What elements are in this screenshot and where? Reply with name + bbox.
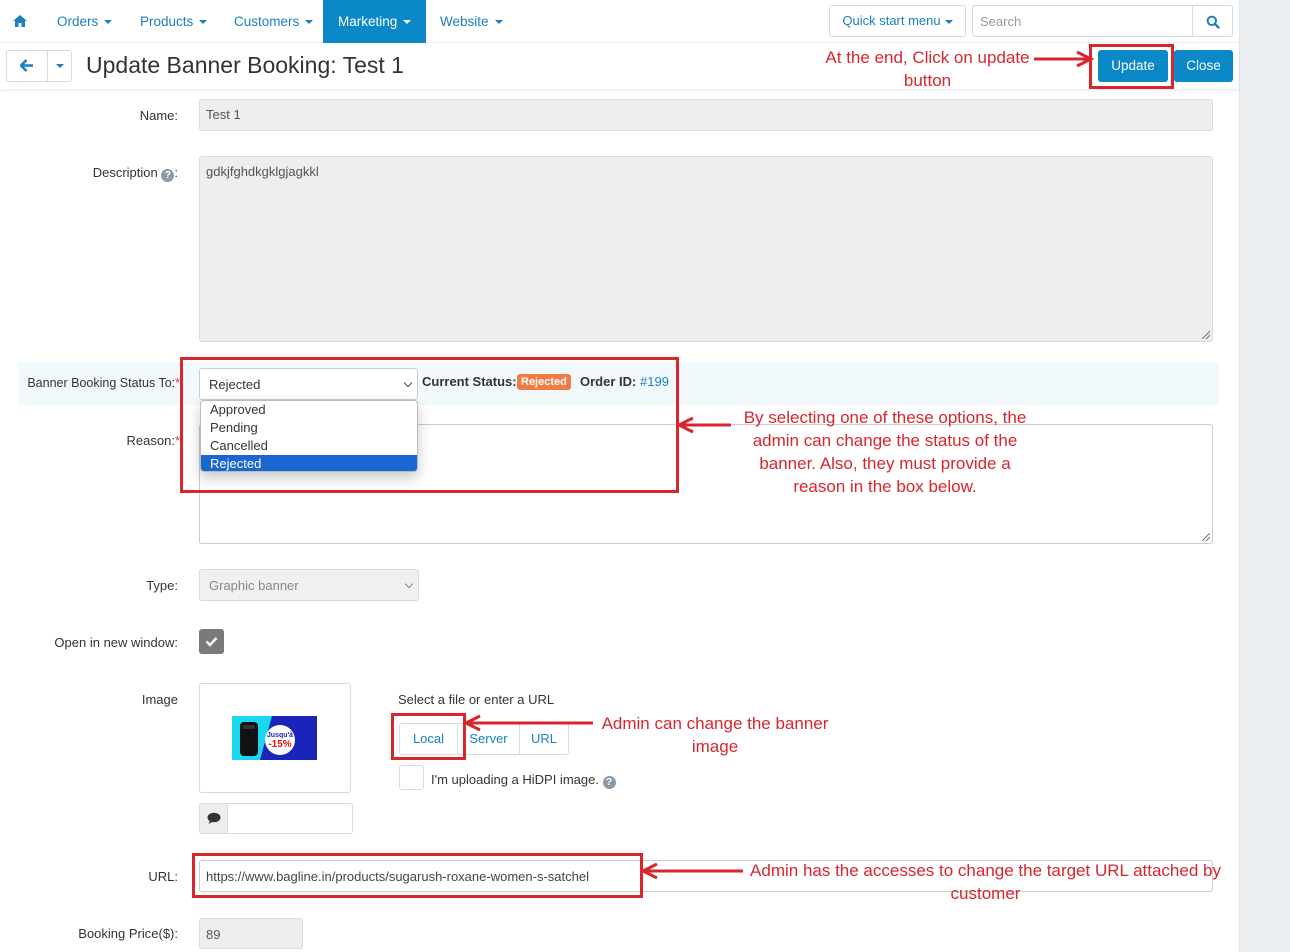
page-title: Update Banner Booking: Test 1 bbox=[86, 52, 404, 78]
help-icon[interactable]: ? bbox=[602, 776, 616, 789]
comment-icon bbox=[207, 812, 221, 824]
source-server-button[interactable]: Server bbox=[457, 724, 519, 754]
name-label: Name: bbox=[139, 108, 178, 123]
banner-thumbnail: Jusqu'à -15% bbox=[232, 716, 317, 760]
search-button[interactable] bbox=[1192, 5, 1233, 37]
back-history-dropdown[interactable] bbox=[48, 51, 71, 81]
image-alt-text-input[interactable] bbox=[229, 804, 351, 833]
required-marker: * bbox=[175, 376, 180, 390]
nav-customers[interactable]: Customers bbox=[220, 0, 327, 43]
caret-down-icon bbox=[199, 20, 208, 25]
alt-text-addon bbox=[200, 804, 228, 833]
status-option-approved[interactable]: Approved bbox=[201, 401, 417, 419]
home-icon[interactable] bbox=[12, 13, 28, 29]
nav-website[interactable]: Website bbox=[426, 0, 517, 43]
caret-down-icon bbox=[494, 20, 503, 25]
caret-down-icon bbox=[104, 20, 113, 25]
checkmark-icon bbox=[205, 637, 218, 647]
back-button-group bbox=[6, 50, 72, 82]
file-source-group: Local Server URL bbox=[399, 723, 569, 755]
top-navigation: Orders Products Customers Marketing Webs… bbox=[0, 0, 1239, 43]
arrow-left-icon bbox=[20, 59, 33, 72]
image-alt-text-group bbox=[199, 803, 353, 834]
quick-start-menu-button[interactable]: Quick start menu bbox=[829, 5, 966, 37]
update-button[interactable]: Update bbox=[1098, 50, 1168, 82]
caret-down-icon bbox=[305, 20, 314, 25]
back-button[interactable] bbox=[7, 51, 48, 81]
status-label: Banner Booking Status To:* bbox=[27, 376, 180, 390]
open-new-window-checkbox[interactable] bbox=[199, 629, 224, 654]
description-label: Description ?: bbox=[92, 165, 178, 182]
annotation-text-url: Admin has the accesses to change the tar… bbox=[750, 861, 1221, 903]
status-select[interactable]: Rejected bbox=[199, 368, 418, 400]
image-label: Image bbox=[141, 692, 178, 707]
booking-price-label: Booking Price($): bbox=[78, 926, 178, 941]
status-badge: Rejected bbox=[517, 374, 571, 390]
resize-handle[interactable] bbox=[1202, 331, 1210, 339]
source-url-button[interactable]: URL bbox=[519, 724, 568, 754]
search-icon bbox=[1206, 15, 1220, 29]
required-marker: * bbox=[174, 433, 180, 448]
right-gutter bbox=[1239, 0, 1290, 952]
annotation-text-update: At the end, Click on update button bbox=[825, 48, 1030, 90]
order-id-link[interactable]: #199 bbox=[640, 374, 669, 389]
hidpi-checkbox[interactable] bbox=[399, 765, 424, 790]
chevron-down-icon bbox=[404, 579, 414, 589]
resize-handle[interactable] bbox=[1202, 533, 1210, 541]
status-option-pending[interactable]: Pending bbox=[201, 419, 417, 437]
description-field[interactable]: gdkjfghdkgklgjagkkl bbox=[199, 156, 1213, 342]
annotation-text-status: By selecting one of these options, the a… bbox=[743, 408, 1027, 496]
source-local-button[interactable]: Local bbox=[400, 724, 457, 754]
title-bar: Update Banner Booking: Test 1 Update Clo… bbox=[0, 44, 1239, 89]
open-new-window-label: Open in new window: bbox=[54, 635, 178, 650]
status-option-cancelled[interactable]: Cancelled bbox=[201, 437, 417, 455]
caret-down-icon bbox=[56, 64, 64, 68]
nav-products[interactable]: Products bbox=[126, 0, 221, 43]
nav-orders[interactable]: Orders bbox=[43, 0, 126, 43]
image-preview[interactable]: Jusqu'à -15% bbox=[199, 683, 351, 793]
status-option-rejected[interactable]: Rejected bbox=[201, 455, 417, 471]
search-input[interactable] bbox=[972, 5, 1193, 37]
current-status-label: Current Status: bbox=[422, 374, 517, 389]
select-file-label: Select a file or enter a URL bbox=[398, 692, 555, 707]
annotation-text-image: Admin can change the banner image bbox=[601, 714, 829, 756]
name-field[interactable]: Test 1 bbox=[199, 99, 1213, 131]
caret-down-icon bbox=[944, 19, 953, 24]
nav-marketing[interactable]: Marketing bbox=[323, 0, 426, 43]
help-icon[interactable]: ? bbox=[161, 169, 175, 182]
svg-text:-15%: -15% bbox=[268, 739, 291, 750]
type-select[interactable]: Graphic banner bbox=[199, 569, 419, 601]
close-button[interactable]: Close bbox=[1174, 50, 1233, 82]
chevron-down-icon bbox=[403, 378, 413, 388]
reason-label: Reason:* bbox=[126, 433, 180, 448]
svg-text:Jusqu'à: Jusqu'à bbox=[267, 732, 293, 739]
booking-price-field[interactable]: 89 bbox=[199, 918, 303, 949]
status-dropdown-list: Approved Pending Cancelled Rejected bbox=[200, 400, 418, 472]
hidpi-label: I'm uploading a HiDPI image. ? bbox=[431, 772, 616, 789]
type-label: Type: bbox=[146, 578, 178, 593]
order-id-label: Order ID: bbox=[580, 374, 637, 389]
caret-down-icon bbox=[403, 20, 412, 25]
url-label: URL: bbox=[148, 869, 178, 884]
